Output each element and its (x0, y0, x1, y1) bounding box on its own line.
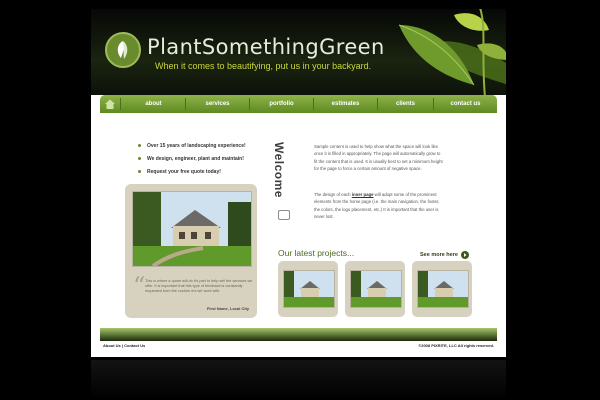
logo-icon[interactable] (105, 32, 141, 68)
quote-icon: “ (133, 272, 146, 300)
mail-icon (278, 210, 290, 220)
nav-item-portfolio[interactable]: portfolio (250, 95, 313, 113)
list-item-text: We design, engineer, plant and maintain! (147, 155, 244, 162)
site-header: PlantSomethingGreen When it comes to bea… (91, 9, 506, 95)
feature-list: Over 15 years of landscaping experience!… (138, 139, 246, 178)
copyright-text: ©2008 PIXRITE, LLC All rights reserved. (418, 343, 494, 348)
see-more-link[interactable]: See more here (420, 251, 469, 259)
testimonial-author: First Name, Local City (206, 306, 249, 311)
see-more-label[interactable]: See more here (420, 252, 458, 258)
house-photo (132, 191, 252, 267)
project-photo[interactable] (283, 270, 335, 308)
nav-item-services[interactable]: services (186, 95, 249, 113)
design-paragraph: The design of each inner page will adopt… (314, 191, 444, 220)
nav-item-about[interactable]: about (122, 95, 185, 113)
list-item-text: Request your free quote today! (147, 168, 221, 175)
intro-paragraph: Sample content is used to help show what… (314, 144, 443, 171)
list-item: Over 15 years of landscaping experience! (138, 139, 246, 152)
arrow-right-icon[interactable] (460, 251, 469, 259)
nav-item-clients[interactable]: clients (378, 95, 433, 113)
home-icon[interactable] (104, 98, 116, 110)
design-text-start: The design of each (314, 192, 352, 197)
bullet-icon (138, 157, 141, 160)
inner-page-link[interactable]: inner page (352, 192, 374, 197)
testimonial-text: This is where a quote will do it's part … (145, 279, 253, 293)
footer-divider (100, 328, 497, 341)
brand-name[interactable]: PlantSomethingGreen (147, 35, 385, 59)
nav-divider (120, 98, 121, 110)
footer-links[interactable]: About Us | Contact Us (103, 343, 145, 348)
testimonial-card: “ This is where a quote will do it's par… (125, 184, 257, 318)
main-navigation: about services portfolio estimates clien… (100, 95, 497, 113)
list-item-text: Over 15 years of landscaping experience! (147, 142, 246, 149)
project-photo[interactable] (350, 270, 402, 308)
nav-item-estimates[interactable]: estimates (314, 95, 377, 113)
nav-item-contact-us[interactable]: contact us (434, 95, 497, 113)
website-frame: PlantSomethingGreen When it comes to bea… (91, 9, 506, 357)
welcome-heading: Welcome (272, 142, 286, 198)
bullet-icon (138, 170, 141, 173)
list-item: We design, engineer, plant and maintain! (138, 152, 246, 165)
site-footer: About Us | Contact Us ©2008 PIXRITE, LLC… (91, 341, 506, 357)
bullet-icon (138, 144, 141, 147)
main-content: Over 15 years of landscaping experience!… (100, 113, 497, 328)
project-thumbnail[interactable] (278, 261, 338, 317)
projects-heading: Our latest projects... (278, 248, 355, 258)
project-thumbnail[interactable] (412, 261, 472, 317)
page-reflection (91, 360, 506, 400)
project-photo[interactable] (417, 270, 469, 308)
list-item: Request your free quote today! (138, 165, 246, 178)
tagline: When it comes to beautifying, put us in … (155, 61, 372, 71)
project-thumbnail[interactable] (345, 261, 405, 317)
